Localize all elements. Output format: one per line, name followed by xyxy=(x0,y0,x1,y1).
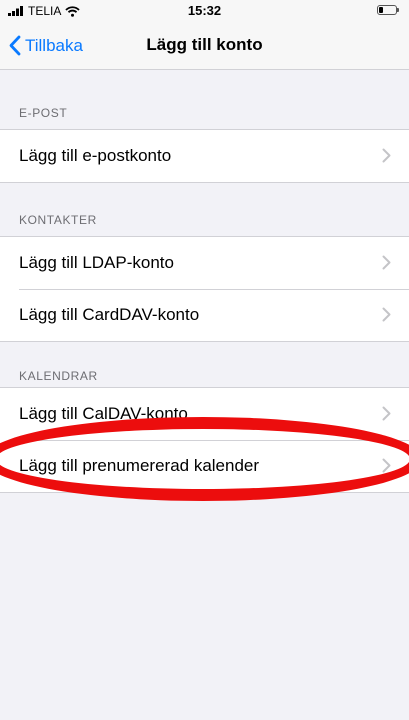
list-item-label: Lägg till LDAP-konto xyxy=(19,253,174,272)
chevron-right-icon xyxy=(382,458,391,473)
chevron-right-icon xyxy=(382,406,391,421)
status-bar: TELIA 15:32 xyxy=(0,0,409,22)
status-time: 15:32 xyxy=(187,3,222,18)
list-item-label: Lägg till e-postkonto xyxy=(19,146,172,165)
list-item-add-ldap-account[interactable]: Lägg till LDAP-konto xyxy=(0,237,409,289)
section-header-kontakter: KONTAKTER xyxy=(19,213,97,227)
list-item-add-carddav-account[interactable]: Lägg till CardDAV-konto xyxy=(0,289,409,341)
list-item-label: Lägg till prenumererad kalender xyxy=(19,456,260,475)
list-item-add-subscribed-calendar[interactable]: Lägg till prenumererad kalender xyxy=(0,440,409,492)
list-item-label: Lägg till CalDAV-konto xyxy=(19,404,188,423)
chevron-right-icon xyxy=(382,255,391,270)
list-item-label: Lägg till CardDAV-konto xyxy=(19,305,200,324)
section-header-kalendrar: KALENDRAR xyxy=(19,369,98,383)
list-item-add-caldav-account[interactable]: Lägg till CalDAV-konto xyxy=(0,388,409,440)
page-title: Lägg till konto xyxy=(146,35,263,54)
section-header-e-post: E-POST xyxy=(19,106,68,120)
list-item-add-email-account[interactable]: Lägg till e-postkonto xyxy=(0,130,409,182)
nav-bar: Tillbaka Lägg till konto xyxy=(0,22,409,70)
group-kontakter: Lägg till LDAP-konto Lägg till CardDAV-k… xyxy=(0,236,409,342)
battery-icon xyxy=(377,5,399,15)
group-e-post: Lägg till e-postkonto xyxy=(0,129,409,183)
chevron-right-icon xyxy=(382,307,391,322)
chevron-right-icon xyxy=(382,148,391,163)
group-kalendrar: Lägg till CalDAV-konto Lägg till prenume… xyxy=(0,387,409,493)
